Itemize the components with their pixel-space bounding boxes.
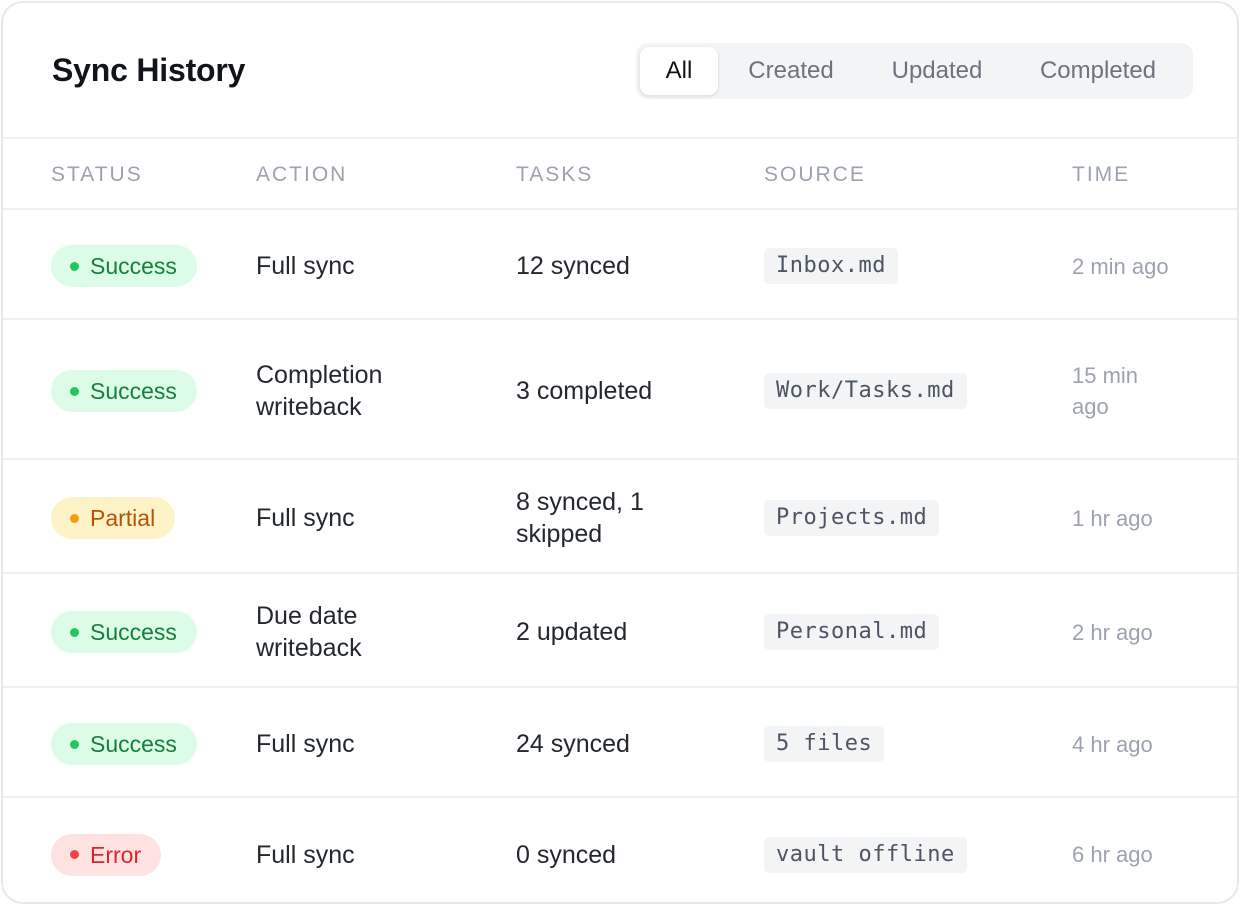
status-label: Partial bbox=[90, 505, 156, 531]
status-badge: Success bbox=[51, 611, 197, 653]
source-file: Projects.md bbox=[764, 500, 940, 536]
page-title: Sync History bbox=[52, 52, 246, 88]
column-header-action: ACTION bbox=[256, 162, 348, 186]
status-badge: Success bbox=[51, 723, 197, 765]
tasks-cell: 12 synced bbox=[516, 252, 630, 280]
tasks-cell: 0 synced bbox=[516, 840, 617, 869]
table-row[interactable]: Success Completion writeback 3 completed… bbox=[3, 319, 1237, 459]
status-badge: Error bbox=[51, 833, 162, 876]
status-badge: Partial bbox=[51, 497, 176, 539]
tasks-cell: 3 completed bbox=[516, 377, 653, 405]
source-file: Personal.md bbox=[764, 614, 940, 650]
action-cell: Full sync bbox=[256, 730, 355, 758]
column-header-source: SOURCE bbox=[764, 162, 866, 186]
tasks-cell: 24 synced bbox=[516, 730, 630, 758]
source-file: 5 files bbox=[764, 726, 885, 762]
time-cell: 6 hr ago bbox=[1072, 842, 1153, 867]
status-badge: Success bbox=[51, 370, 197, 412]
status-dot-icon bbox=[70, 627, 79, 637]
table-row[interactable]: Success Due date writeback 2 updated Per… bbox=[3, 573, 1237, 687]
column-header-status: STATUS bbox=[51, 162, 143, 186]
table-row[interactable]: Error Full sync 0 synced vault offline 6… bbox=[3, 797, 1237, 902]
action-cell: Full sync bbox=[256, 252, 355, 280]
status-dot-icon bbox=[70, 850, 79, 859]
status-dot-icon bbox=[70, 739, 79, 749]
action-cell: Full sync bbox=[256, 840, 355, 869]
sync-history-table: STATUS ACTION TASKS SOURCE TIME Success … bbox=[3, 139, 1237, 902]
time-cell: 2 min ago bbox=[1072, 253, 1169, 279]
time-cell: 4 hr ago bbox=[1072, 731, 1153, 757]
status-label: Success bbox=[90, 253, 177, 279]
filter-tabs: All Created Updated Completed bbox=[636, 43, 1193, 99]
action-cell: Due date writeback bbox=[256, 602, 362, 662]
column-header-time: TIME bbox=[1072, 162, 1131, 186]
tab-completed[interactable]: Completed bbox=[1010, 47, 1186, 95]
tab-updated[interactable]: Updated bbox=[864, 47, 1010, 95]
time-cell: 2 hr ago bbox=[1072, 619, 1153, 645]
status-label: Error bbox=[90, 841, 142, 868]
tasks-cell: 2 updated bbox=[516, 618, 628, 646]
table-row[interactable]: Success Full sync 12 synced Inbox.md 2 m… bbox=[3, 209, 1237, 319]
status-label: Success bbox=[90, 731, 177, 757]
status-badge: Success bbox=[51, 245, 197, 287]
table-row[interactable]: Success Full sync 24 synced 5 files 4 hr… bbox=[3, 687, 1237, 797]
sync-history-card: Sync History All Created Updated Complet… bbox=[1, 1, 1239, 904]
status-dot-icon bbox=[70, 261, 79, 271]
source-file: Inbox.md bbox=[764, 248, 898, 284]
status-label: Success bbox=[90, 378, 177, 404]
action-cell: Full sync bbox=[256, 504, 355, 532]
status-label: Success bbox=[90, 619, 177, 645]
status-dot-icon bbox=[70, 386, 79, 396]
status-dot-icon bbox=[70, 513, 79, 523]
tasks-cell: 8 synced, 1 skipped bbox=[516, 488, 644, 548]
source-file: vault offline bbox=[764, 836, 967, 873]
card-header: Sync History All Created Updated Complet… bbox=[3, 3, 1237, 139]
table-row[interactable]: Partial Full sync 8 synced, 1 skipped Pr… bbox=[3, 459, 1237, 573]
time-cell: 1 hr ago bbox=[1072, 505, 1153, 531]
column-header-tasks: TASKS bbox=[516, 162, 594, 186]
table-header-row: STATUS ACTION TASKS SOURCE TIME bbox=[3, 139, 1237, 209]
source-file: Work/Tasks.md bbox=[764, 373, 967, 409]
tab-created[interactable]: Created bbox=[718, 47, 864, 95]
action-cell: Completion writeback bbox=[256, 361, 383, 421]
time-cell: 15 min ago bbox=[1072, 363, 1139, 419]
tab-all[interactable]: All bbox=[640, 47, 718, 95]
